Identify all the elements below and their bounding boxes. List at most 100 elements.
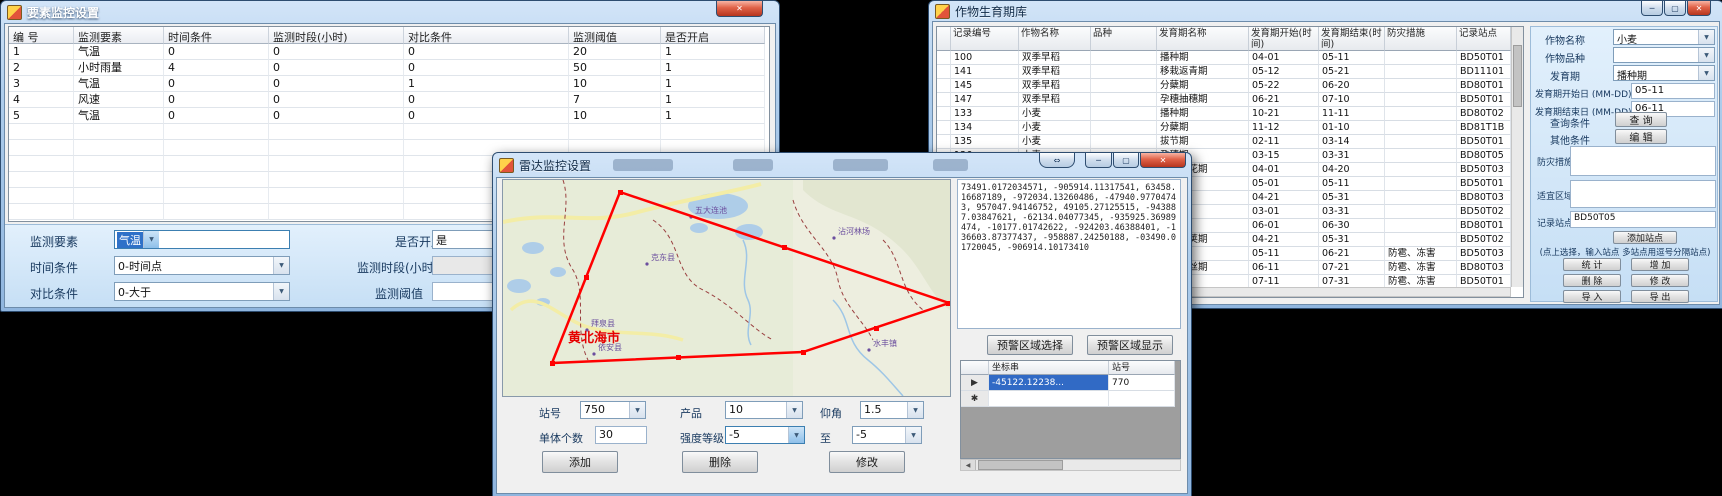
- delete-button[interactable]: 删 除: [1563, 274, 1621, 287]
- column-header[interactable]: 记录站点: [1457, 27, 1511, 51]
- chevron-down-icon[interactable]: ▼: [1698, 48, 1714, 62]
- column-header[interactable]: 发育期名称: [1157, 27, 1249, 51]
- close-button[interactable]: ✕: [1140, 153, 1186, 168]
- column-header[interactable]: 编 号: [9, 27, 74, 44]
- table-row[interactable]: 3气温001101: [9, 76, 769, 92]
- table-cell: [1385, 65, 1457, 79]
- column-header[interactable]: 品种: [1091, 27, 1157, 51]
- column-header[interactable]: 记录编号: [951, 27, 1019, 51]
- chevron-down-icon[interactable]: ▼: [1698, 30, 1714, 44]
- measures-textarea[interactable]: [1570, 146, 1716, 176]
- table-row[interactable]: 100双季早稻播种期04-0105-11BD50T01: [937, 51, 1523, 65]
- to-combo[interactable]: -5 ▼: [852, 426, 922, 444]
- minimize-button[interactable]: ─: [1085, 153, 1112, 168]
- table-row[interactable]: 4风速00071: [9, 92, 769, 108]
- table-row[interactable]: 2小时雨量400501: [9, 60, 769, 76]
- table-row[interactable]: 135小麦拔节期02-1103-14BD50T01: [937, 135, 1523, 149]
- minimize-button[interactable]: ─: [1641, 1, 1663, 16]
- column-header[interactable]: 坐标串: [989, 361, 1109, 375]
- chevron-down-icon[interactable]: ▼: [143, 231, 159, 248]
- chevron-down-icon[interactable]: ▼: [905, 427, 921, 443]
- map-view[interactable]: 五大连池沾河林场克东县拜泉县依安县水丰镇 黄北海市: [502, 179, 951, 397]
- column-header[interactable]: 对比条件: [404, 27, 569, 44]
- region-textarea[interactable]: [1570, 180, 1716, 208]
- column-header[interactable]: 是否开启: [661, 27, 765, 44]
- to-label: 至: [820, 430, 831, 446]
- close-button[interactable]: ✕: [716, 1, 763, 17]
- add-button[interactable]: 添加: [542, 451, 618, 473]
- area-coords-grid[interactable]: 坐标串站号▶-45122.12238...770✱: [960, 360, 1181, 459]
- chevron-down-icon[interactable]: ▼: [273, 283, 289, 300]
- table-cell: BD11101: [1457, 65, 1511, 79]
- period-combo[interactable]: 播种期 ▼: [1613, 65, 1715, 81]
- table-row[interactable]: 145双季早稻分蘖期05-2206-20BD80T01: [937, 79, 1523, 93]
- stats-button[interactable]: 统 计: [1563, 258, 1621, 271]
- table-row[interactable]: 133小麦播种期10-2111-11BD80T02: [937, 107, 1523, 121]
- column-header[interactable]: 发育期结束(时间): [1319, 27, 1385, 51]
- compare-combo[interactable]: 0-大于 ▼: [114, 282, 290, 301]
- column-header[interactable]: 监测要素: [74, 27, 164, 44]
- table-cell: [9, 140, 74, 156]
- table-cell: 0: [404, 108, 569, 124]
- time-combo[interactable]: 0-时间点 ▼: [114, 256, 290, 275]
- station-input[interactable]: BD50T05: [1570, 211, 1716, 228]
- chevron-down-icon[interactable]: ▼: [273, 257, 289, 274]
- table-row[interactable]: ✱: [961, 391, 1180, 407]
- window-title: 要素监控设置: [27, 4, 99, 21]
- table-row[interactable]: 147双季早稻孕穗抽穗期06-2107-10BD50T01: [937, 93, 1523, 107]
- start-date-input[interactable]: 05-11: [1631, 83, 1715, 99]
- table-row[interactable]: ▶-45122.12238...770: [961, 375, 1180, 391]
- chevron-down-icon[interactable]: ▼: [907, 402, 923, 418]
- table-row[interactable]: 1气温000201: [9, 44, 769, 60]
- titlebar[interactable]: 要素监控设置: [1, 1, 779, 23]
- close-button[interactable]: ✕: [1687, 1, 1711, 16]
- area-select-button[interactable]: 预警区域选择: [987, 335, 1073, 355]
- column-header[interactable]: 站号: [1109, 361, 1175, 375]
- query-button[interactable]: 查 询: [1615, 112, 1667, 127]
- table-row[interactable]: [9, 124, 769, 140]
- column-header[interactable]: 监测阈值: [569, 27, 661, 44]
- intensity-combo[interactable]: -5 ▼: [725, 426, 805, 444]
- resize-button[interactable]: ⇔: [1039, 153, 1075, 168]
- table-row[interactable]: 141双季早稻移栽返青期05-1205-21BD11101: [937, 65, 1523, 79]
- modify-button[interactable]: 修 改: [1631, 274, 1689, 287]
- column-header[interactable]: 监测时段(小时): [269, 27, 404, 44]
- product-combo[interactable]: 10 ▼: [725, 401, 803, 419]
- cell-count-input[interactable]: 30: [595, 426, 647, 444]
- elevation-combo[interactable]: 1.5 ▼: [860, 401, 924, 419]
- chevron-down-icon[interactable]: ▼: [788, 427, 804, 443]
- maximize-button[interactable]: ▢: [1664, 1, 1686, 16]
- area-show-button[interactable]: 预警区域显示: [1087, 335, 1173, 355]
- station-combo[interactable]: 750 ▼: [580, 401, 646, 419]
- horizontal-scrollbar[interactable]: ◀: [960, 459, 1181, 471]
- scroll-left-icon[interactable]: ◀: [961, 460, 976, 470]
- scrollbar-thumb[interactable]: [1513, 45, 1522, 107]
- column-header[interactable]: 时间条件: [164, 27, 269, 44]
- maximize-button[interactable]: ▢: [1113, 153, 1139, 168]
- row-selector: [937, 135, 951, 149]
- column-header[interactable]: 防灾措施: [1385, 27, 1457, 51]
- column-header[interactable]: 发育期开始(时间): [1249, 27, 1319, 51]
- table-cell: -45122.12238...: [989, 375, 1109, 391]
- coords-panel[interactable]: 73491.0172034571, -905914.11317541, 6345…: [957, 179, 1181, 329]
- element-combo[interactable]: 气温 ▼: [114, 230, 290, 249]
- modify-button[interactable]: 修改: [829, 451, 905, 473]
- chevron-down-icon[interactable]: ▼: [629, 402, 645, 418]
- import-button[interactable]: 导 入: [1563, 290, 1621, 303]
- table-row[interactable]: 134小麦分蘖期11-1201-10BD81T1B: [937, 121, 1523, 135]
- vertical-scrollbar[interactable]: [1511, 27, 1523, 287]
- table-cell: 05-22: [1249, 79, 1319, 93]
- variety-combo[interactable]: ▼: [1613, 47, 1715, 63]
- edit-button[interactable]: 编 辑: [1615, 129, 1667, 144]
- add-button[interactable]: 增 加: [1631, 258, 1689, 271]
- titlebar[interactable]: 作物生育期库: [929, 1, 1722, 21]
- export-button[interactable]: 导 出: [1631, 290, 1689, 303]
- chevron-down-icon[interactable]: ▼: [1698, 66, 1714, 80]
- add-station-button[interactable]: 添加站点: [1613, 231, 1677, 244]
- table-row[interactable]: 5气温000101: [9, 108, 769, 124]
- crop-name-combo[interactable]: 小麦 ▼: [1613, 29, 1715, 45]
- delete-button[interactable]: 删除: [682, 451, 758, 473]
- scrollbar-thumb[interactable]: [978, 460, 1063, 470]
- column-header[interactable]: 作物名称: [1019, 27, 1091, 51]
- chevron-down-icon[interactable]: ▼: [786, 402, 802, 418]
